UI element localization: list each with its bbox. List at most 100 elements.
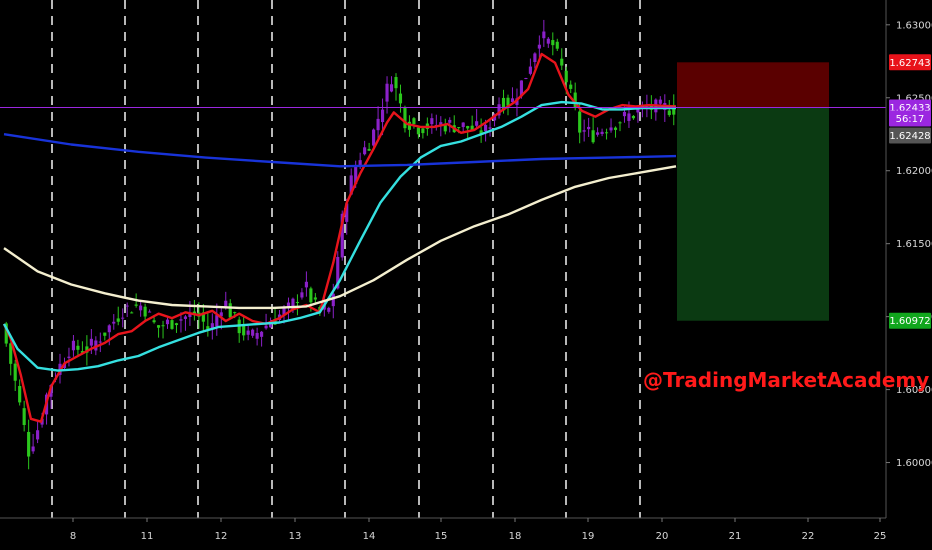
candle-body: [251, 329, 255, 336]
candle-body: [165, 319, 170, 325]
candle-body: [596, 132, 600, 135]
candle-body: [76, 345, 80, 350]
x-tick-label: 12: [215, 531, 228, 542]
candle-body: [148, 311, 152, 313]
price-tag-countdown-label: 56:17: [896, 114, 925, 125]
candle-body: [555, 41, 559, 49]
price-chart[interactable]: 1.630001.625001.620001.615001.610001.605…: [0, 0, 932, 550]
candle-body: [179, 319, 183, 321]
candle-body: [367, 148, 371, 151]
candle-body: [537, 44, 541, 49]
candle-body: [564, 70, 568, 83]
candle-body: [36, 430, 40, 440]
watermark-text: @TradingMarketAcademy: [643, 368, 929, 392]
candle-body: [228, 303, 232, 318]
candle-body: [416, 127, 420, 135]
candle-body: [618, 122, 622, 124]
candle-body: [260, 331, 264, 337]
x-tick-label: 14: [363, 531, 376, 542]
x-tick-label: 21: [729, 531, 742, 542]
candle-body: [170, 320, 174, 329]
candle-body: [183, 316, 188, 319]
candle-body: [71, 340, 76, 351]
candle-body: [300, 292, 304, 298]
candle-body: [533, 53, 537, 62]
candle-body: [31, 446, 35, 452]
candle-body: [255, 332, 259, 339]
x-tick-label: 18: [509, 531, 522, 542]
candle-body: [134, 304, 138, 306]
x-tick-label: 25: [874, 531, 887, 542]
candle-body: [380, 109, 385, 123]
x-tick-label: 8: [70, 531, 76, 542]
candle-body: [631, 115, 636, 119]
candle-body: [67, 356, 71, 358]
candle-body: [582, 130, 586, 132]
candle-body: [152, 320, 156, 323]
x-tick-label: 19: [582, 531, 595, 542]
candle-body: [475, 121, 479, 126]
candle-body: [448, 119, 452, 123]
stop-loss-zone[interactable]: [677, 62, 829, 108]
candle-body: [327, 307, 331, 312]
candle-body: [139, 305, 143, 311]
candle-body: [600, 131, 604, 134]
x-tick-label: 22: [802, 531, 815, 542]
candle-body: [622, 111, 627, 117]
candle-body: [609, 127, 613, 131]
candle-body: [98, 341, 102, 343]
candle-body: [246, 330, 250, 335]
candle-body: [13, 363, 17, 381]
candle-body: [542, 31, 546, 39]
candle-body: [394, 77, 398, 89]
candle-body: [112, 321, 116, 324]
y-tick-label: 1.61500: [896, 239, 932, 250]
candle-body: [430, 118, 434, 125]
candle-body: [233, 312, 237, 314]
candle-body: [457, 127, 461, 129]
candle-body: [591, 130, 595, 143]
candle-body: [412, 118, 416, 125]
candle-body: [658, 99, 662, 104]
candle-body: [264, 325, 268, 329]
short-position-tool[interactable]: [677, 62, 829, 321]
candle-body: [107, 325, 111, 333]
x-tick-label: 13: [289, 531, 302, 542]
candle-body: [22, 408, 26, 426]
candle-body: [18, 386, 22, 403]
candle-body: [403, 107, 407, 129]
price-tag-stop-label: 1.62743: [889, 58, 930, 69]
candle-body: [528, 66, 532, 74]
candle-body: [161, 325, 165, 327]
x-tick-label: 11: [141, 531, 154, 542]
candle-body: [636, 109, 640, 113]
x-tick-label: 15: [435, 531, 448, 542]
candle-body: [116, 318, 120, 322]
candle-body: [174, 323, 179, 326]
candle-body: [484, 124, 488, 132]
candle-body: [331, 293, 335, 307]
y-tick-label: 1.63000: [896, 20, 932, 31]
price-tag-target-label: 1.60972: [889, 316, 930, 327]
candle-body: [569, 84, 573, 89]
candle-body: [488, 127, 492, 129]
candle-body: [389, 84, 394, 92]
candle-body: [363, 147, 367, 155]
candle-body: [143, 306, 147, 317]
candle-body: [215, 315, 219, 327]
candle-body: [466, 126, 470, 129]
candle-body: [421, 128, 425, 134]
candle-body: [27, 431, 31, 457]
candle-body: [313, 297, 317, 300]
x-tick-label: 20: [656, 531, 669, 542]
candle-body: [546, 38, 550, 44]
candle-body: [295, 302, 300, 304]
take-profit-zone[interactable]: [677, 107, 829, 321]
candle-body: [156, 325, 161, 328]
candle-body: [304, 281, 308, 288]
candle-body: [613, 127, 618, 130]
candle-body: [125, 305, 129, 307]
candle-body: [551, 40, 555, 46]
candle-body: [524, 78, 528, 80]
candle-body: [398, 93, 403, 104]
